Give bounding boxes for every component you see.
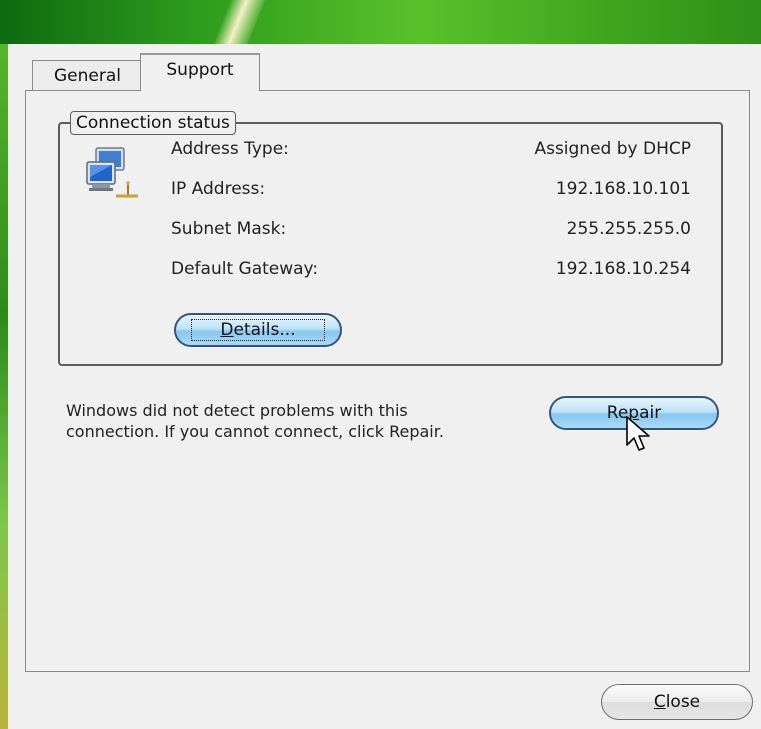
address-type-value: Assigned by DHCP	[534, 139, 691, 159]
close-label-after: lose	[665, 692, 701, 712]
connection-status-dialog: General Support Connection status Addres…	[8, 44, 761, 729]
tab-general-label: General	[54, 66, 121, 86]
support-tab-panel: Connection status Address Type: Assigned…	[25, 90, 750, 672]
ip-address-value: 192.168.10.101	[555, 179, 691, 199]
default-gateway-value: 192.168.10.254	[555, 259, 691, 279]
close-button[interactable]: Close	[601, 684, 753, 720]
desktop-wallpaper-edge	[0, 44, 8, 729]
network-computer-icon	[86, 147, 138, 198]
details-button[interactable]: Details...	[174, 313, 342, 347]
default-gateway-label: Default Gateway:	[171, 259, 319, 279]
mouse-pointer-icon	[626, 416, 650, 451]
tab-support[interactable]: Support	[140, 53, 260, 91]
tab-support-label: Support	[166, 60, 234, 80]
ip-address-label: IP Address:	[171, 179, 266, 199]
close-mnemonic: C	[653, 692, 666, 712]
subnet-mask-value: 255.255.255.0	[566, 219, 691, 239]
desktop-wallpaper	[0, 0, 761, 52]
connection-status-group: Connection status Address Type: Assigned…	[58, 111, 723, 366]
details-label-after: etails...	[233, 320, 296, 340]
address-type-label: Address Type:	[171, 139, 289, 159]
screen: General Support Connection status Addres…	[0, 0, 761, 729]
details-focus-rectangle: Details...	[191, 319, 325, 341]
subnet-mask-label: Subnet Mask:	[171, 219, 287, 239]
tab-general[interactable]: General	[32, 60, 143, 90]
connection-status-legend: Connection status	[70, 111, 236, 135]
repair-message: Windows did not detect problems with thi…	[66, 401, 444, 441]
details-mnemonic: D	[220, 320, 234, 340]
